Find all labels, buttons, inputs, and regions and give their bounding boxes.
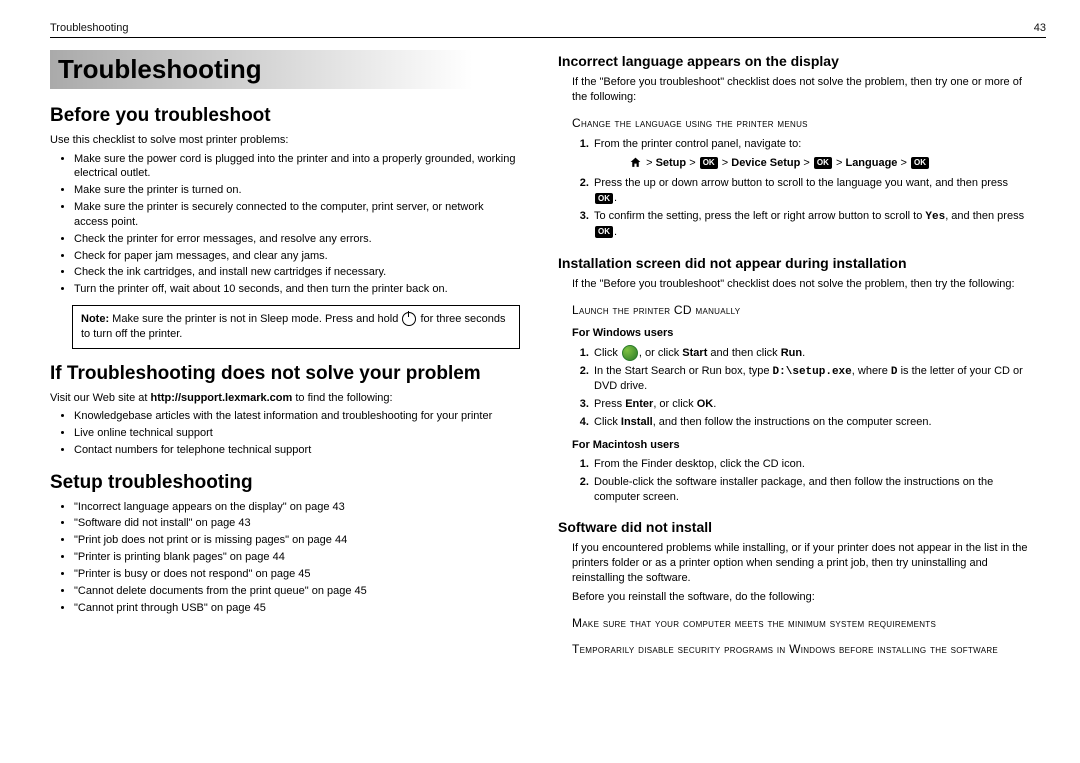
- step-item: From the Finder desktop, click the CD ic…: [592, 457, 1028, 472]
- ok-icon: OK: [814, 157, 832, 169]
- subhead-launch-cd: Launch the printer CD manually: [572, 302, 1028, 318]
- if-list: Knowledgebase articles with the latest i…: [50, 409, 520, 458]
- step-item: Double-click the software installer pack…: [592, 475, 1028, 505]
- header-page-number: 43: [1034, 22, 1046, 34]
- subhead-change-language: Change the language using the printer me…: [572, 115, 1028, 131]
- list-item: Knowledgebase articles with the latest i…: [74, 409, 520, 424]
- step-item: Press the up or down arrow button to scr…: [592, 176, 1028, 206]
- before-intro: Use this checklist to solve most printer…: [50, 133, 520, 148]
- list-item: "Software did not install" on page 43: [74, 516, 520, 531]
- list-item: Make sure the printer is turned on.: [74, 183, 520, 198]
- note-text: Make sure the printer is not in Sleep mo…: [109, 313, 401, 325]
- list-item: Make sure the printer is securely connec…: [74, 200, 520, 230]
- lang-intro: If the "Before you troubleshoot" checkli…: [572, 75, 1028, 105]
- list-item: Check the ink cartridges, and install ne…: [74, 265, 520, 280]
- heading-installation-screen: Installation screen did not appear durin…: [558, 254, 1028, 273]
- home-icon: [629, 156, 642, 169]
- note-label: Note:: [81, 313, 109, 325]
- step-item: Press Enter, or click OK.: [592, 397, 1028, 412]
- header-section: Troubleshooting: [50, 22, 128, 34]
- ok-icon: OK: [595, 226, 613, 238]
- if-intro: Visit our Web site at http://support.lex…: [50, 391, 520, 406]
- windows-steps: Click , or click Start and then click Ru…: [558, 345, 1028, 430]
- heading-incorrect-language: Incorrect language appears on the displa…: [558, 52, 1028, 71]
- subhead-disable-security: Temporarily disable security programs in…: [572, 641, 1028, 657]
- list-item: Check the printer for error messages, an…: [74, 232, 520, 247]
- step-item: To confirm the setting, press the left o…: [592, 209, 1028, 240]
- support-url: http://support.lexmark.com: [150, 392, 292, 404]
- heading-setup-troubleshooting: Setup troubleshooting: [50, 470, 520, 496]
- right-column: Incorrect language appears on the displa…: [558, 48, 1028, 763]
- nav-path: > Setup > OK > Device Setup > OK > Langu…: [628, 156, 1028, 171]
- step-item: From the printer control panel, navigate…: [592, 137, 1028, 171]
- list-item: Make sure the power cord is plugged into…: [74, 152, 520, 182]
- step-item: Click , or click Start and then click Ru…: [592, 345, 1028, 361]
- chapter-title: Troubleshooting: [50, 50, 520, 89]
- list-item: Turn the printer off, wait about 10 seco…: [74, 282, 520, 297]
- heading-software-did-not-install: Software did not install: [558, 518, 1028, 537]
- heading-if-not-solve: If Troubleshooting does not solve your p…: [50, 361, 520, 387]
- subhead-macintosh-users: For Macintosh users: [572, 438, 1028, 453]
- start-orb-icon: [622, 345, 638, 361]
- setup-topic-list: "Incorrect language appears on the displ…: [50, 500, 520, 616]
- subhead-windows-users: For Windows users: [572, 326, 1028, 341]
- install-intro: If the "Before you troubleshoot" checkli…: [572, 277, 1028, 292]
- list-item: "Printer is printing blank pages" on pag…: [74, 550, 520, 565]
- list-item: "Incorrect language appears on the displ…: [74, 500, 520, 515]
- note-box: Note: Make sure the printer is not in Sl…: [72, 305, 520, 349]
- left-column: Troubleshooting Before you troubleshoot …: [50, 48, 520, 763]
- list-item: Contact numbers for telephone technical …: [74, 443, 520, 458]
- ok-icon: OK: [595, 193, 613, 205]
- before-checklist: Make sure the power cord is plugged into…: [50, 152, 520, 298]
- list-item: Check for paper jam messages, and clear …: [74, 249, 520, 264]
- list-item: "Printer is busy or does not respond" on…: [74, 567, 520, 582]
- soft-intro: If you encountered problems while instal…: [572, 541, 1028, 586]
- lang-steps: From the printer control panel, navigate…: [558, 137, 1028, 240]
- page-header: Troubleshooting 43: [50, 22, 1046, 38]
- heading-before-you-troubleshoot: Before you troubleshoot: [50, 103, 520, 129]
- soft-intro2: Before you reinstall the software, do th…: [572, 590, 1028, 605]
- step-item: In the Start Search or Run box, type D:\…: [592, 364, 1028, 395]
- power-icon: [402, 312, 416, 326]
- ok-icon: OK: [700, 157, 718, 169]
- list-item: Live online technical support: [74, 426, 520, 441]
- mac-steps: From the Finder desktop, click the CD ic…: [558, 457, 1028, 505]
- subhead-min-requirements: Make sure that your computer meets the m…: [572, 615, 1028, 631]
- list-item: "Cannot delete documents from the print …: [74, 584, 520, 599]
- ok-icon: OK: [911, 157, 929, 169]
- list-item: "Print job does not print or is missing …: [74, 533, 520, 548]
- list-item: "Cannot print through USB" on page 45: [74, 601, 520, 616]
- step-item: Click Install, and then follow the instr…: [592, 415, 1028, 430]
